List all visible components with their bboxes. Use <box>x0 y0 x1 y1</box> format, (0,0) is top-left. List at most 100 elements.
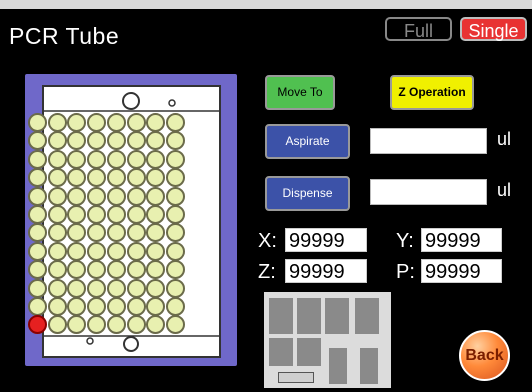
well[interactable] <box>126 186 146 206</box>
well[interactable] <box>47 278 67 298</box>
well[interactable] <box>47 241 67 261</box>
well[interactable] <box>106 315 126 335</box>
well[interactable] <box>106 241 126 261</box>
well[interactable] <box>146 260 166 280</box>
well[interactable] <box>106 297 126 316</box>
well[interactable] <box>47 297 67 316</box>
well[interactable] <box>67 186 87 206</box>
single-mode-button[interactable]: Single <box>460 17 527 41</box>
well[interactable] <box>67 168 87 188</box>
well[interactable] <box>28 186 47 206</box>
well[interactable] <box>28 168 47 188</box>
well[interactable] <box>146 131 166 151</box>
well[interactable] <box>146 241 166 261</box>
well[interactable] <box>28 149 47 169</box>
well[interactable] <box>47 205 67 224</box>
back-button[interactable]: Back <box>459 330 510 381</box>
well[interactable] <box>146 113 166 132</box>
well[interactable] <box>67 205 87 224</box>
well[interactable] <box>28 315 47 335</box>
well[interactable] <box>28 205 47 224</box>
well[interactable] <box>126 131 146 151</box>
well[interactable] <box>126 149 146 169</box>
well[interactable] <box>87 278 107 298</box>
deck-slot[interactable] <box>297 298 321 334</box>
well[interactable] <box>67 260 87 280</box>
deck-layout-map[interactable] <box>264 292 391 388</box>
well[interactable] <box>126 205 146 224</box>
well[interactable] <box>146 186 166 206</box>
well[interactable] <box>106 149 126 169</box>
deck-slot[interactable] <box>325 298 349 334</box>
well[interactable] <box>106 113 126 132</box>
well[interactable] <box>47 186 67 206</box>
well[interactable] <box>106 260 126 280</box>
well[interactable] <box>87 131 107 151</box>
well[interactable] <box>126 241 146 261</box>
well[interactable] <box>47 113 67 132</box>
well[interactable] <box>165 205 185 224</box>
well[interactable] <box>87 149 107 169</box>
dispense-button[interactable]: Dispense <box>265 176 350 211</box>
aspirate-volume-input[interactable] <box>370 128 487 154</box>
well[interactable] <box>67 223 87 243</box>
well[interactable] <box>106 131 126 151</box>
well[interactable] <box>28 260 47 280</box>
well[interactable] <box>28 297 47 316</box>
move-to-button[interactable]: Move To <box>265 75 335 110</box>
well[interactable] <box>146 278 166 298</box>
deck-slot[interactable] <box>360 348 378 384</box>
deck-waste-slot[interactable] <box>278 372 314 383</box>
well[interactable] <box>165 149 185 169</box>
well[interactable] <box>47 260 67 280</box>
well[interactable] <box>126 223 146 243</box>
well[interactable] <box>146 205 166 224</box>
well[interactable] <box>126 297 146 316</box>
well[interactable] <box>165 168 185 188</box>
well[interactable] <box>28 223 47 243</box>
deck-slot[interactable] <box>329 348 347 384</box>
well[interactable] <box>146 223 166 243</box>
well[interactable] <box>67 113 87 132</box>
well[interactable] <box>106 205 126 224</box>
well[interactable] <box>126 315 146 335</box>
well[interactable] <box>146 297 166 316</box>
well[interactable] <box>87 241 107 261</box>
deck-slot[interactable] <box>269 338 293 366</box>
well[interactable] <box>146 315 166 335</box>
well[interactable] <box>47 149 67 169</box>
deck-slot[interactable] <box>355 298 379 334</box>
well[interactable] <box>87 260 107 280</box>
aspirate-button[interactable]: Aspirate <box>265 124 350 159</box>
well[interactable] <box>67 278 87 298</box>
well[interactable] <box>165 241 185 261</box>
well[interactable] <box>87 205 107 224</box>
well[interactable] <box>126 113 146 132</box>
well[interactable] <box>146 149 166 169</box>
dispense-volume-input[interactable] <box>370 179 487 205</box>
well[interactable] <box>106 278 126 298</box>
full-mode-button[interactable]: Full <box>385 17 452 41</box>
well[interactable] <box>126 260 146 280</box>
deck-slot[interactable] <box>269 298 293 334</box>
well[interactable] <box>165 315 185 335</box>
well[interactable] <box>47 131 67 151</box>
well[interactable] <box>165 131 185 151</box>
well[interactable] <box>28 131 47 151</box>
well[interactable] <box>106 223 126 243</box>
well[interactable] <box>126 168 146 188</box>
well[interactable] <box>87 315 107 335</box>
well[interactable] <box>67 297 87 316</box>
well[interactable] <box>28 278 47 298</box>
well[interactable] <box>67 149 87 169</box>
well[interactable] <box>165 297 185 316</box>
z-operation-button[interactable]: Z Operation <box>390 75 474 110</box>
well[interactable] <box>67 315 87 335</box>
well[interactable] <box>87 186 107 206</box>
well[interactable] <box>28 113 47 132</box>
well[interactable] <box>165 260 185 280</box>
well[interactable] <box>87 168 107 188</box>
well[interactable] <box>87 223 107 243</box>
well[interactable] <box>87 113 107 132</box>
well[interactable] <box>28 241 47 261</box>
